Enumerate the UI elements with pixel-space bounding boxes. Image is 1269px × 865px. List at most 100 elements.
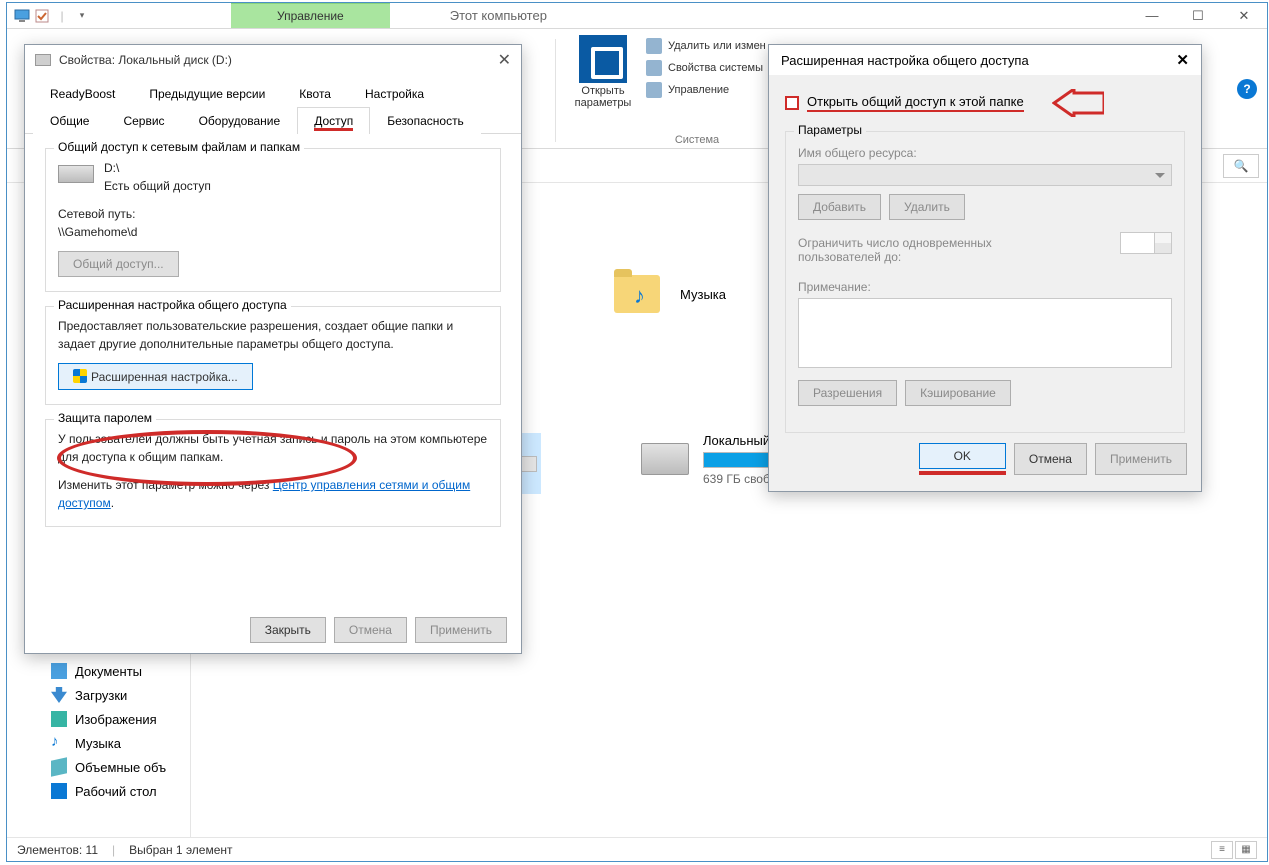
ribbon-del-label: Удалить или измен bbox=[668, 40, 766, 52]
ribbon-sysprops-label: Свойства системы bbox=[668, 62, 763, 74]
desktop-icon bbox=[51, 783, 67, 799]
images-icon bbox=[51, 711, 67, 727]
network-path-label: Сетевой путь: bbox=[58, 205, 488, 223]
gear-icon bbox=[579, 35, 627, 83]
properties-icon[interactable] bbox=[33, 7, 51, 25]
view-icons-button[interactable]: ▦ bbox=[1235, 841, 1257, 859]
adv-titlebar: Расширенная настройка общего доступа ✕ bbox=[769, 45, 1201, 75]
status-selected: Выбран 1 элемент bbox=[129, 843, 232, 857]
network-path: \\Gamehome\d bbox=[58, 223, 488, 241]
share-folder-checkbox[interactable] bbox=[785, 96, 799, 110]
drive-icon bbox=[35, 54, 51, 66]
window-controls: — ☐ ✕ bbox=[1129, 3, 1267, 29]
cancel-button: Отмена bbox=[334, 617, 407, 643]
share-button[interactable]: Общий доступ... bbox=[58, 251, 179, 277]
system-icon bbox=[646, 60, 662, 76]
limit-label: Ограничить число одновременных пользоват… bbox=[798, 236, 1018, 264]
ribbon-tab-manage[interactable]: Управление bbox=[231, 3, 390, 28]
nav-desktop[interactable]: Рабочий стол bbox=[7, 779, 190, 803]
help-icon[interactable]: ? bbox=[1237, 79, 1257, 99]
annotation-arrow-icon bbox=[1052, 89, 1104, 117]
properties-dialog: Свойства: Локальный диск (D:) ✕ ReadyBoo… bbox=[24, 44, 522, 654]
user-limit-spinner bbox=[1120, 232, 1172, 254]
apply-button: Применить bbox=[415, 617, 507, 643]
ribbon-manage[interactable]: Управление bbox=[642, 79, 770, 101]
music-note-icon: ♪ bbox=[634, 283, 645, 309]
qat-dropdown-icon[interactable]: ▾ bbox=[73, 7, 91, 25]
nav-music[interactable]: ♪ Музыка bbox=[7, 731, 190, 755]
music-note-icon: ♪ bbox=[51, 735, 67, 751]
nav-3d-objects[interactable]: Объемные объ bbox=[7, 755, 190, 779]
properties-title: Свойства: Локальный диск (D:) bbox=[59, 53, 232, 67]
computer-icon[interactable] bbox=[13, 7, 31, 25]
fs1-legend: Общий доступ к сетевым файлам и папкам bbox=[54, 140, 304, 154]
search-input[interactable]: 🔍 bbox=[1223, 154, 1259, 178]
close-button[interactable]: ✕ bbox=[498, 50, 511, 70]
close-button[interactable]: Закрыть bbox=[250, 617, 326, 643]
nav-downloads-label: Загрузки bbox=[75, 688, 127, 703]
folder-music[interactable]: ♪ Музыка bbox=[614, 275, 726, 313]
nav-documents[interactable]: Документы bbox=[7, 659, 190, 683]
note-label: Примечание: bbox=[798, 280, 1172, 294]
ribbon-delete-programs[interactable]: Удалить или измен bbox=[642, 35, 770, 57]
downloads-icon bbox=[51, 687, 67, 703]
advanced-sharing-button[interactable]: Расширенная настройка... bbox=[58, 363, 253, 390]
window-title: Этот компьютер bbox=[450, 8, 547, 23]
tab-security[interactable]: Безопасность bbox=[370, 107, 481, 134]
params-legend: Параметры bbox=[794, 123, 866, 137]
fieldset-network-sharing: Общий доступ к сетевым файлам и папкам D… bbox=[45, 148, 501, 292]
tab-service[interactable]: Сервис bbox=[106, 107, 181, 134]
documents-icon bbox=[51, 663, 67, 679]
drive-icon bbox=[641, 443, 689, 475]
uninstall-icon bbox=[646, 38, 662, 54]
fieldset-password-protection: Защита паролем У пользователей должны бы… bbox=[45, 419, 501, 527]
tab-quota[interactable]: Квота bbox=[282, 80, 348, 107]
fs2-legend: Расширенная настройка общего доступа bbox=[54, 298, 291, 312]
params-group: Параметры Имя общего ресурса: Добавить У… bbox=[785, 131, 1185, 433]
minimize-button[interactable]: — bbox=[1129, 3, 1175, 29]
share-name-combo bbox=[798, 164, 1172, 186]
fs3-legend: Защита паролем bbox=[54, 411, 156, 425]
nav-downloads[interactable]: Загрузки bbox=[7, 683, 190, 707]
manage-icon bbox=[646, 82, 662, 98]
ribbon-manage-label: Управление bbox=[668, 84, 729, 96]
tab-general[interactable]: Общие bbox=[33, 107, 106, 134]
view-details-button[interactable]: ≡ bbox=[1211, 841, 1233, 859]
nav-images-label: Изображения bbox=[75, 712, 157, 727]
close-button[interactable]: ✕ bbox=[1176, 51, 1189, 69]
status-bar: Элементов: 11 | Выбран 1 элемент ≡ ▦ bbox=[7, 837, 1267, 861]
quick-access-toolbar: | ▾ bbox=[7, 7, 91, 25]
fs3-prefix: Изменить этот параметр можно через bbox=[58, 478, 273, 492]
tab-readyboost[interactable]: ReadyBoost bbox=[33, 80, 132, 107]
tab-sharing[interactable]: Доступ bbox=[297, 107, 370, 134]
nav-desktop-label: Рабочий стол bbox=[75, 784, 157, 799]
remove-button: Удалить bbox=[889, 194, 965, 220]
cancel-button[interactable]: Отмена bbox=[1014, 443, 1087, 475]
properties-titlebar: Свойства: Локальный диск (D:) ✕ bbox=[25, 45, 521, 75]
nav-3d-label: Объемные объ bbox=[75, 760, 166, 775]
share-name-label: Имя общего ресурса: bbox=[798, 146, 1172, 160]
qat-sep-icon: | bbox=[53, 7, 71, 25]
ok-button[interactable]: OK bbox=[919, 443, 1006, 469]
ribbon-open-params-label: Открыть параметры bbox=[566, 85, 640, 109]
close-button[interactable]: ✕ bbox=[1221, 3, 1267, 29]
nav-images[interactable]: Изображения bbox=[7, 707, 190, 731]
maximize-button[interactable]: ☐ bbox=[1175, 3, 1221, 29]
shield-icon bbox=[73, 369, 87, 383]
share-status: Есть общий доступ bbox=[58, 177, 488, 195]
tab-settings[interactable]: Настройка bbox=[348, 80, 441, 107]
adv-title-text: Расширенная настройка общего доступа bbox=[781, 53, 1029, 68]
share-folder-label: Открыть общий доступ к этой папке bbox=[807, 94, 1024, 112]
fs3-desc: У пользователей должны быть учетная запи… bbox=[58, 430, 488, 466]
ribbon-open-params[interactable]: Открыть параметры bbox=[566, 35, 640, 146]
tab-previous-versions[interactable]: Предыдущие версии bbox=[132, 80, 282, 107]
ribbon-system-properties[interactable]: Свойства системы bbox=[642, 57, 770, 79]
status-item-count: Элементов: 11 bbox=[17, 843, 98, 857]
folder-music-label: Музыка bbox=[680, 287, 726, 302]
fieldset-advanced-sharing: Расширенная настройка общего доступа Пре… bbox=[45, 306, 501, 405]
advanced-sharing-dialog: Расширенная настройка общего доступа ✕ О… bbox=[768, 44, 1202, 492]
caching-button: Кэширование bbox=[905, 380, 1011, 406]
tab-hardware[interactable]: Оборудование bbox=[182, 107, 298, 134]
permissions-button: Разрешения bbox=[798, 380, 897, 406]
nav-music-label: Музыка bbox=[75, 736, 121, 751]
